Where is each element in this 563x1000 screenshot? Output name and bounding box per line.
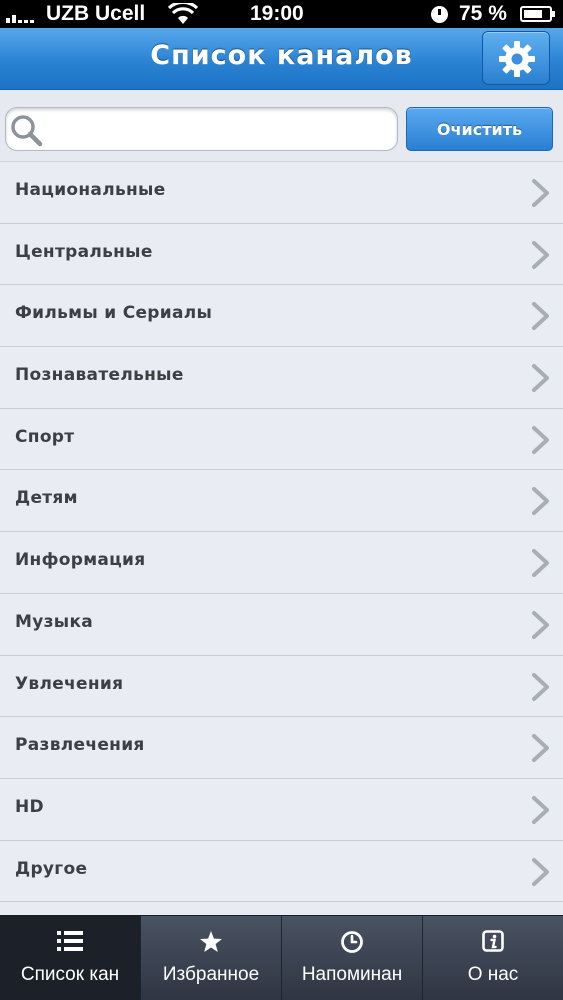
clock-icon xyxy=(341,931,363,953)
list-item[interactable]: Музыка xyxy=(0,593,563,656)
battery-percentage: 75 % xyxy=(459,2,507,25)
chevron-right-icon xyxy=(532,734,549,763)
tab-label: О нас xyxy=(467,964,519,985)
tab-channel-list[interactable]: Список кан xyxy=(0,916,141,1000)
chevron-right-icon xyxy=(532,610,549,639)
list-item[interactable]: Фильмы и Сериалы xyxy=(0,285,563,348)
signal-strength-icon xyxy=(6,7,34,23)
gear-icon xyxy=(499,41,535,77)
page-title: Список каналов xyxy=(150,40,413,71)
search-bar: Очистить xyxy=(0,90,563,162)
clear-button[interactable]: Очистить xyxy=(406,107,553,151)
alarm-icon xyxy=(431,6,448,23)
tab-label: Напоминан xyxy=(301,964,403,985)
list-item-label: Детям xyxy=(15,488,78,509)
nav-bar: Список каналов xyxy=(0,28,563,90)
list-item[interactable]: Другое xyxy=(0,840,563,903)
list-item-label: Фильмы и Сериалы xyxy=(15,303,213,324)
search-field[interactable] xyxy=(5,107,398,151)
tab-bar: Список кан Избранное Напоминан О нас xyxy=(0,915,563,1000)
info-icon xyxy=(482,930,504,952)
status-time: 19:00 xyxy=(250,2,304,25)
tab-label: Избранное xyxy=(162,964,260,985)
list-item-label: Другое xyxy=(15,858,88,879)
list-item-label: HD xyxy=(15,796,44,817)
list-icon xyxy=(57,931,83,951)
list-item[interactable]: Информация xyxy=(0,532,563,594)
carrier-name: UZB Ucell xyxy=(46,2,146,25)
chevron-right-icon xyxy=(532,487,549,516)
list-item[interactable]: Национальные xyxy=(0,162,563,224)
chevron-right-icon xyxy=(532,240,549,269)
chevron-right-icon xyxy=(532,672,549,701)
list-item-label: Спорт xyxy=(15,426,75,447)
chevron-right-icon xyxy=(532,302,549,331)
list-item[interactable]: Познавательные xyxy=(0,347,563,409)
search-input[interactable] xyxy=(46,112,391,146)
chevron-right-icon xyxy=(532,549,549,578)
list-item-label: Информация xyxy=(15,550,146,571)
tab-about[interactable]: О нас xyxy=(423,916,563,1000)
battery-icon xyxy=(520,6,555,22)
wifi-icon xyxy=(168,3,198,24)
list-item-label: Музыка xyxy=(15,611,94,632)
chevron-right-icon xyxy=(532,425,549,454)
search-icon xyxy=(11,115,43,147)
list-item[interactable]: Центральные xyxy=(0,223,563,286)
chevron-right-icon xyxy=(532,857,549,886)
category-list: Национальные Центральные Фильмы и Сериал… xyxy=(0,162,563,903)
tab-favorites[interactable]: Избранное xyxy=(141,916,282,1000)
list-item[interactable]: Увлечения xyxy=(0,655,563,718)
list-item[interactable]: Детям xyxy=(0,470,563,533)
list-item-label: Развлечения xyxy=(15,735,145,756)
list-item[interactable]: Развлечения xyxy=(0,717,563,779)
list-item-label: Центральные xyxy=(15,241,153,262)
chevron-right-icon xyxy=(532,795,549,824)
chevron-right-icon xyxy=(532,364,549,393)
status-bar: UZB Ucell 19:00 75 % xyxy=(0,0,563,28)
list-item[interactable]: HD xyxy=(0,778,563,841)
list-item-label: Познавательные xyxy=(15,365,184,386)
chevron-right-icon xyxy=(532,179,549,207)
settings-button[interactable] xyxy=(482,31,550,85)
tab-label: Список кан xyxy=(20,964,120,985)
tab-reminders[interactable]: Напоминан xyxy=(282,916,423,1000)
list-item-label: Национальные xyxy=(15,180,166,200)
star-icon xyxy=(200,931,222,952)
list-item[interactable]: Спорт xyxy=(0,408,563,471)
list-item-label: Увлечения xyxy=(15,673,124,694)
